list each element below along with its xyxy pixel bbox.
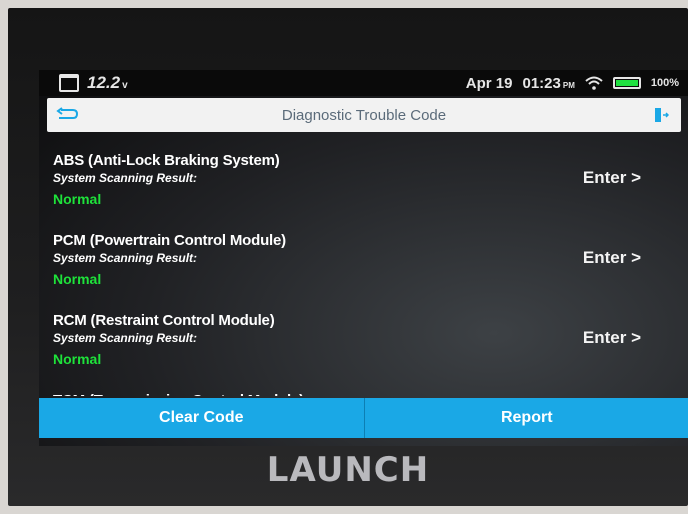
- title-bar: Diagnostic Trouble Code: [47, 98, 681, 132]
- status-bar: 12.2 v Apr 19 01:23 PM 100%: [39, 70, 688, 96]
- module-name: TCM (Transmission Control Module): [53, 380, 688, 396]
- brand-logo: LAUNCH: [266, 450, 430, 490]
- page-title: Diagnostic Trouble Code: [281, 106, 447, 124]
- module-item-tcm[interactable]: TCM (Transmission Control Module): [39, 380, 688, 396]
- status-time: 01:23 PM: [522, 74, 575, 92]
- back-icon[interactable]: [47, 98, 87, 132]
- scan-result: Normal: [53, 191, 102, 207]
- battery-voltage: 12.2 v: [87, 73, 128, 92]
- enter-button-rcm[interactable]: Enter >: [583, 328, 641, 348]
- clear-code-button[interactable]: Clear Code: [39, 398, 365, 438]
- module-name: RCM (Restraint Control Module): [53, 312, 275, 329]
- screen: 12.2 v Apr 19 01:23 PM 100% Diagnostic T…: [39, 70, 688, 446]
- action-bar: Clear Code Report: [39, 398, 688, 438]
- module-item-rcm[interactable]: RCM (Restraint Control Module) System Sc…: [39, 300, 688, 380]
- module-item-pcm[interactable]: PCM (Powertrain Control Module) System S…: [39, 220, 688, 300]
- scan-result: Normal: [53, 271, 102, 287]
- battery-percent: 100%: [650, 77, 679, 89]
- exit-icon[interactable]: [641, 98, 681, 132]
- module-item-abs[interactable]: ABS (Anti-Lock Braking System) System Sc…: [39, 140, 688, 220]
- scanner-device: 12.2 v Apr 19 01:23 PM 100% Diagnostic T…: [8, 8, 688, 506]
- status-date: Apr 19: [465, 74, 513, 92]
- wifi-icon: [585, 76, 603, 90]
- module-name: ABS (Anti-Lock Braking System): [53, 152, 280, 169]
- battery-icon: [612, 77, 641, 89]
- calendar-icon: [59, 74, 79, 92]
- report-button[interactable]: Report: [364, 398, 688, 438]
- enter-button-abs[interactable]: Enter >: [583, 168, 641, 188]
- scan-result: Normal: [53, 351, 102, 367]
- module-list: ABS (Anti-Lock Braking System) System Sc…: [39, 140, 688, 396]
- module-name: PCM (Powertrain Control Module): [53, 232, 286, 249]
- enter-button-pcm[interactable]: Enter >: [583, 248, 641, 268]
